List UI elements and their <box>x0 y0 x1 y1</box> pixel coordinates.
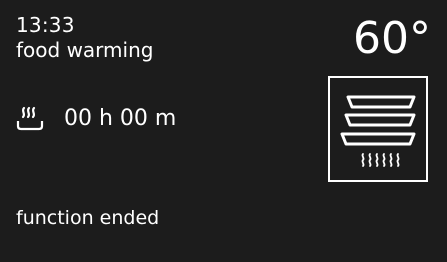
stacked-plates-bottom-heat-icon <box>340 95 416 167</box>
temperature-readout: 60° <box>353 13 431 64</box>
duration-row: 00 h 00 m <box>16 104 176 134</box>
function-icon-frame <box>328 76 428 182</box>
status-message: function ended <box>16 207 160 229</box>
plate-warming-icon <box>16 106 44 131</box>
function-name: food warming <box>16 38 154 62</box>
clock-time: 13:33 <box>16 13 75 37</box>
oven-display: 13:33 food warming 60° 00 h 00 m functio… <box>0 0 447 262</box>
duration-value: 00 h 00 m <box>64 106 177 131</box>
